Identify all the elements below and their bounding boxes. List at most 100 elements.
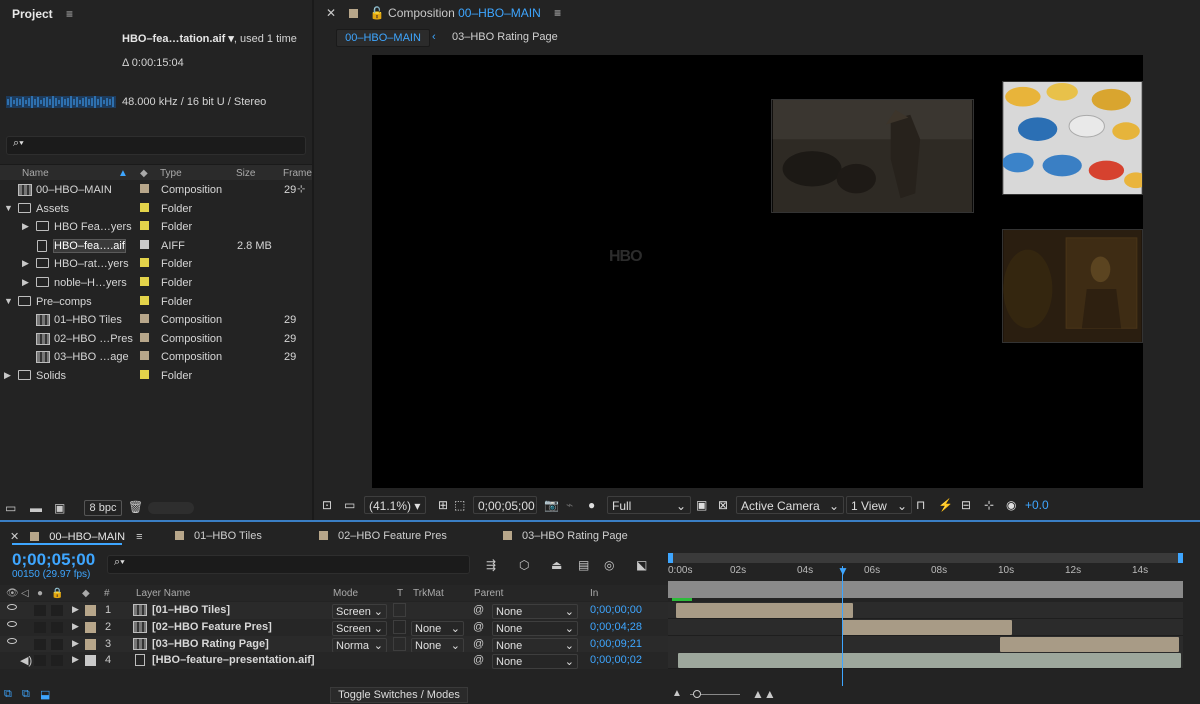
zoom-in-icon[interactable]: ▲▲ xyxy=(752,687,776,701)
lock-switch-icon[interactable]: 🔒 xyxy=(51,588,63,599)
work-area-bar[interactable] xyxy=(668,581,1183,598)
views-dropdown[interactable]: 1 View ⌄ xyxy=(846,496,912,514)
label-tag-icon[interactable]: ◆ xyxy=(140,168,148,179)
flowchart-icon[interactable]: ⊹ xyxy=(984,498,994,512)
audio-switch-icon[interactable]: ◁ xyxy=(21,588,29,599)
layer-track[interactable] xyxy=(668,652,1183,670)
layer-row[interactable]: ◀) ▶ 4 [HBO–feature–presentation.aif] @ None ⌄… xyxy=(0,652,668,670)
solo-switch-icon[interactable]: ● xyxy=(37,588,43,599)
grid-icon[interactable]: ⊞ xyxy=(438,498,448,512)
label-color-swatch[interactable] xyxy=(140,239,149,249)
layer-duration-bar[interactable] xyxy=(676,603,853,618)
resolution-dropdown[interactable]: Full ⌄ xyxy=(607,496,691,514)
fast-previews-icon[interactable]: ⚡ xyxy=(938,498,953,512)
layer-label-swatch[interactable] xyxy=(85,605,96,616)
layer-track[interactable] xyxy=(668,635,1183,653)
time-navigator-handles[interactable] xyxy=(668,553,1183,563)
blend-mode-dropdown[interactable]: Norma ⌄ xyxy=(332,637,387,653)
timeline-tab-3[interactable]: 03–HBO Rating Page xyxy=(503,530,628,542)
track-matte-dropdown[interactable]: None ⌄ xyxy=(411,620,464,636)
motion-blur-icon[interactable]: ◎ xyxy=(604,558,614,572)
layer-track[interactable] xyxy=(668,602,1183,619)
label-color-swatch[interactable] xyxy=(140,202,149,212)
solo-toggle[interactable] xyxy=(34,655,46,667)
preserve-transparency-toggle[interactable] xyxy=(393,619,406,634)
label-color-swatch[interactable] xyxy=(140,184,149,193)
timeline-menu-icon[interactable]: ≡ xyxy=(136,531,142,543)
column-frame[interactable]: Frame xyxy=(283,168,312,179)
show-snapshot-icon[interactable]: ⌁ xyxy=(566,498,573,512)
sort-ascending-icon[interactable]: ▲ xyxy=(118,168,128,179)
label-color-swatch[interactable] xyxy=(140,221,149,231)
project-panel-menu-icon[interactable]: ≡ xyxy=(66,7,73,21)
column-size[interactable]: Size xyxy=(236,168,255,179)
eye-icon[interactable] xyxy=(7,620,17,627)
video-switch-icon[interactable]: 👁 xyxy=(6,588,19,599)
close-panel-icon[interactable]: ✕ xyxy=(326,6,336,20)
flowchart-icon[interactable]: ⊹ xyxy=(297,184,305,195)
parent-dropdown[interactable]: None ⌄ xyxy=(492,620,578,636)
column-layer-name[interactable]: Layer Name xyxy=(136,588,190,599)
composition-canvas[interactable]: HBO xyxy=(372,55,1143,488)
layer-row[interactable]: ▶ 2 [02–HBO Feature Pres] Screen ⌄ None ⌄ @ None… xyxy=(0,618,668,636)
expand-arrow-icon[interactable]: ▶ xyxy=(22,277,29,288)
close-tab-icon[interactable]: ✕ xyxy=(10,531,19,543)
solo-toggle[interactable] xyxy=(34,621,46,633)
expand-arrow-icon[interactable]: ▶ xyxy=(22,258,29,269)
label-color-swatch[interactable] xyxy=(140,314,149,324)
label-color-swatch[interactable] xyxy=(140,258,149,268)
layer-name[interactable]: [01–HBO Tiles] xyxy=(152,604,230,616)
eye-icon[interactable] xyxy=(7,604,17,610)
pick-whip-icon[interactable]: @ xyxy=(473,654,484,666)
monitor-icon[interactable]: ▭ xyxy=(344,498,355,512)
zoom-out-icon[interactable]: ▲ xyxy=(672,688,682,699)
preserve-transparency-toggle[interactable] xyxy=(393,603,406,617)
frame-blending-icon[interactable]: ▤ xyxy=(578,558,589,572)
in-out-columns-icon[interactable]: ⬓ xyxy=(40,688,50,701)
speaker-icon[interactable]: ◀) xyxy=(20,654,32,667)
label-color-swatch[interactable] xyxy=(140,295,149,305)
bit-depth-button[interactable]: 8 bpc xyxy=(84,500,122,516)
label-color-swatch[interactable] xyxy=(140,332,149,342)
expand-layer-arrow-icon[interactable]: ▶ xyxy=(72,604,79,615)
region-of-interest-icon[interactable]: ▣ xyxy=(696,498,707,512)
expand-layer-arrow-icon[interactable]: ▶ xyxy=(72,621,79,632)
mask-visibility-icon[interactable]: ⬚ xyxy=(454,498,465,512)
timeline-current-time[interactable]: 0;00;05;00 xyxy=(12,550,95,570)
parent-dropdown[interactable]: None ⌄ xyxy=(492,654,578,670)
column-name[interactable]: Name xyxy=(22,168,49,179)
expand-layer-arrow-icon[interactable]: ▶ xyxy=(72,654,79,665)
transfer-controls-icon[interactable]: ⧉ xyxy=(22,688,30,701)
layer-row[interactable]: ▶ 1 [01–HBO Tiles] Screen ⌄ @ None ⌄ 0;00;00;00 xyxy=(0,602,668,619)
camera-dropdown[interactable]: Active Camera ⌄ xyxy=(736,496,844,514)
layer-switches-icon[interactable]: ⧉ xyxy=(4,688,12,701)
zoom-slider-thumb[interactable] xyxy=(693,690,701,698)
color-channels-icon[interactable]: ● xyxy=(588,498,595,512)
layer-label-swatch[interactable] xyxy=(85,638,96,650)
selected-file-name[interactable]: HBO–fea…tation.aif ▾ xyxy=(122,33,234,45)
column-type[interactable]: Type xyxy=(160,168,182,179)
project-item[interactable]: 02–HBO …Pres Composition 29 xyxy=(0,330,312,349)
shy-layers-icon[interactable]: ⏏ xyxy=(551,558,562,572)
layer-label-swatch[interactable] xyxy=(85,655,96,667)
project-item[interactable]: ▶ HBO–rat…yers Folder xyxy=(0,255,312,274)
layer-track[interactable] xyxy=(668,618,1183,636)
expand-arrow-icon[interactable]: ▶ xyxy=(4,370,11,381)
layer-row[interactable]: ▶ 3 [03–HBO Rating Page] Norma ⌄ None ⌄ @ None ⌄ 0… xyxy=(0,635,668,653)
layer-duration-bar[interactable] xyxy=(999,636,1179,652)
pick-whip-icon[interactable]: @ xyxy=(473,604,484,616)
chevron-left-icon[interactable]: ‹ xyxy=(432,31,436,43)
expand-arrow-icon[interactable]: ▶ xyxy=(22,221,29,232)
collapse-arrow-icon[interactable]: ▼ xyxy=(4,296,13,306)
interpret-footage-icon[interactable]: ▭ xyxy=(5,501,16,515)
parent-dropdown[interactable]: None ⌄ xyxy=(492,604,578,619)
label-color-swatch[interactable] xyxy=(140,370,149,379)
thumbnail-slider[interactable] xyxy=(148,502,194,514)
reset-exposure-icon[interactable]: ◉ xyxy=(1006,498,1016,512)
blend-mode-dropdown[interactable]: Screen ⌄ xyxy=(332,620,387,636)
zoom-dropdown[interactable]: (41.1%) ▾ xyxy=(364,496,426,514)
blend-mode-dropdown[interactable]: Screen ⌄ xyxy=(332,604,387,619)
comp-panel-menu-icon[interactable]: ≡ xyxy=(554,6,561,20)
collapse-arrow-icon[interactable]: ▼ xyxy=(4,203,13,213)
timeline-tab-active[interactable]: ✕ 00–HBO–MAIN ≡ xyxy=(10,530,143,543)
